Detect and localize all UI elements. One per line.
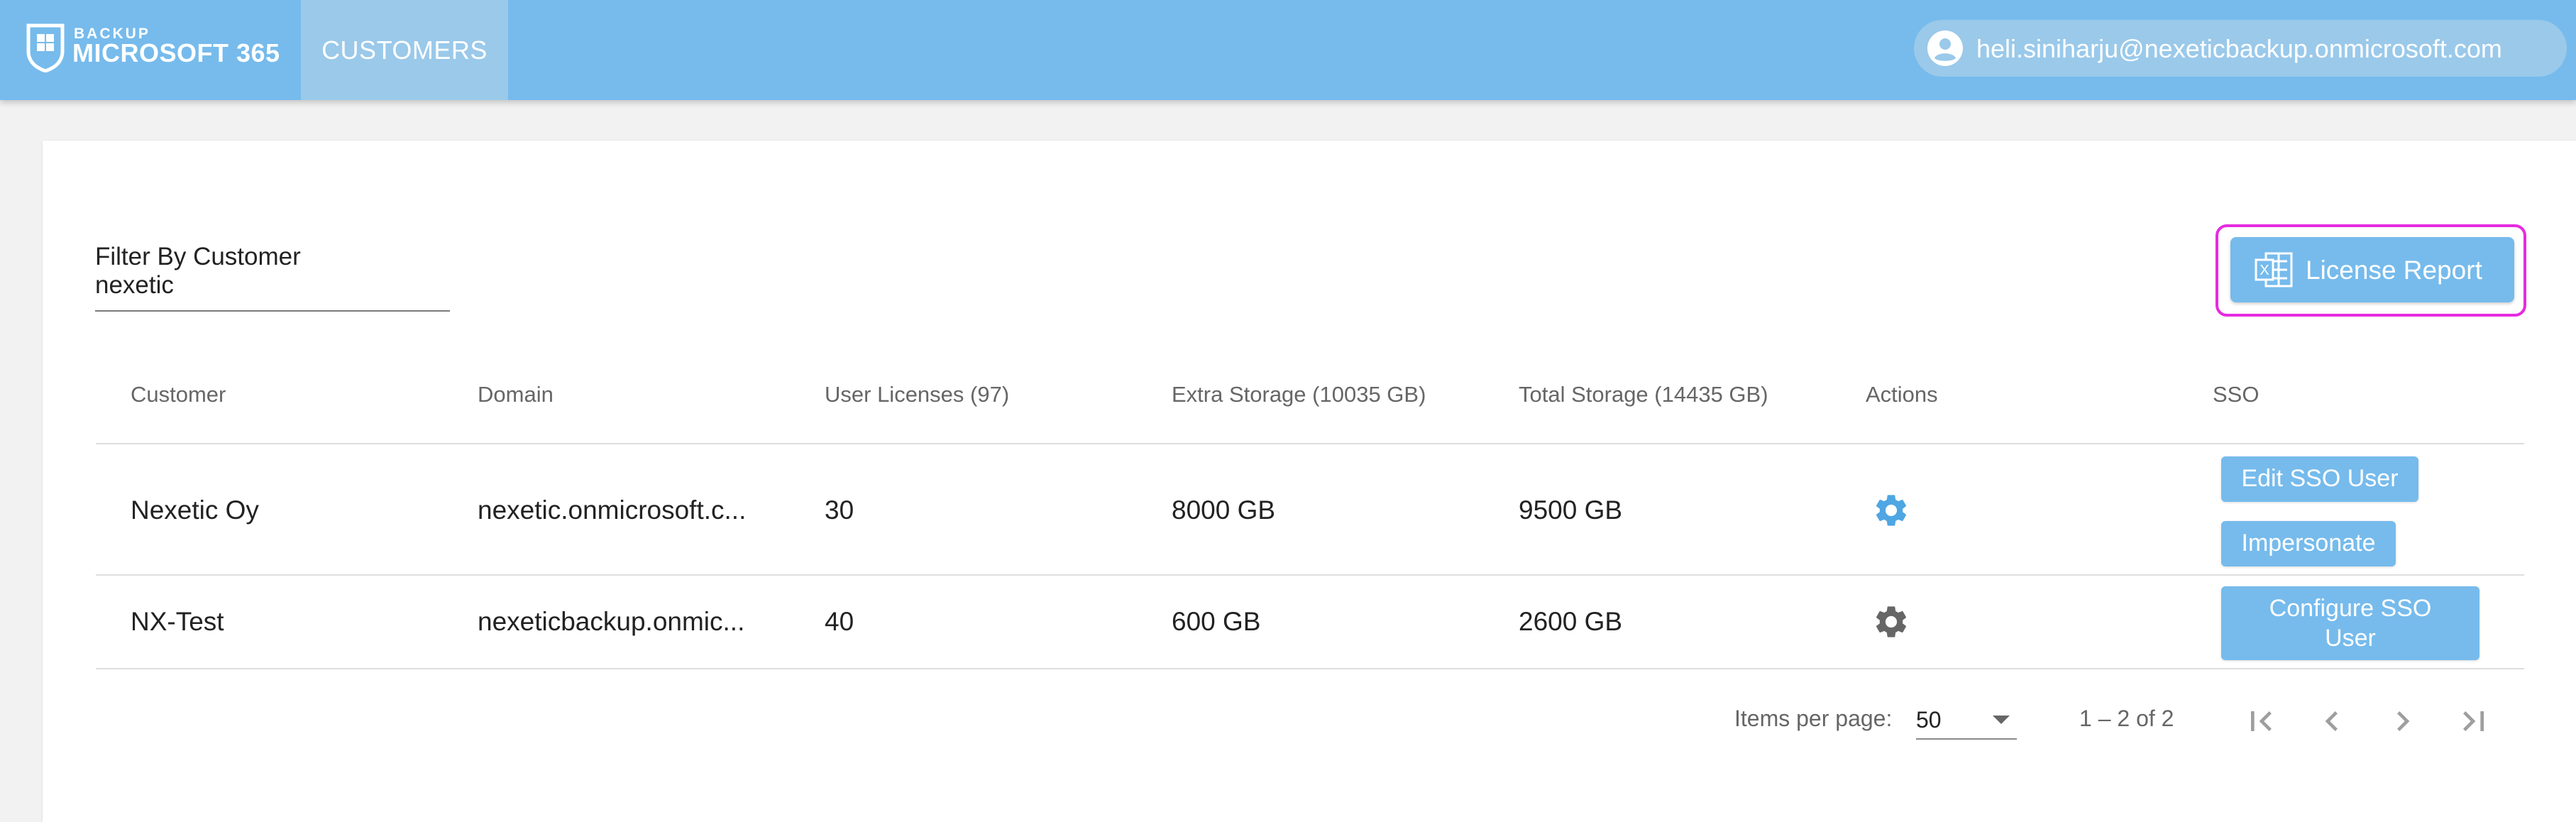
filter-customer-field[interactable]: Filter By Customer nexetic [95,243,450,314]
filter-underline [95,310,450,312]
gear-icon[interactable] [1872,603,1910,641]
configure-sso-user-button[interactable]: Configure SSO User [2221,586,2479,660]
license-report-label: License Report [2306,256,2482,285]
items-per-page-select[interactable]: 50 [1916,701,2017,740]
next-page-icon[interactable] [2383,701,2423,741]
impersonate-button[interactable]: Impersonate [2221,521,2396,566]
license-report-button[interactable]: X License Report [2230,237,2514,302]
col-header-total-storage[interactable]: Total Storage (14435 GB) [1519,382,1768,407]
cell-licenses: 30 [825,495,854,525]
col-header-sso: SSO [2213,382,2259,407]
account-circle-icon [1927,31,1963,66]
shield-logo-icon [26,23,65,72]
gear-icon[interactable] [1872,491,1910,530]
nav-tab-customers[interactable]: CUSTOMERS [301,0,508,100]
select-underline [1916,738,2017,740]
edit-sso-user-button[interactable]: Edit SSO User [2221,456,2418,502]
cell-customer: NX-Test [131,607,224,636]
table-bottom-divider [96,668,2524,669]
cell-total-storage: 9500 GB [1519,495,1623,525]
col-header-licenses[interactable]: User Licenses (97) [825,382,1009,407]
col-header-domain[interactable]: Domain [478,382,554,407]
configure-sso-label-line1: Configure SSO [2269,595,2432,622]
app-logo[interactable]: BACKUP MICROSOFT 365 [26,21,281,78]
user-email: heli.siniharju@nexeticbackup.onmicrosoft… [1976,34,2502,63]
cell-total-storage: 2600 GB [1519,607,1623,636]
dropdown-arrow-icon [1993,716,2010,724]
top-bar: BACKUP MICROSOFT 365 CUSTOMERS heli.sini… [0,0,2576,100]
cell-extra-storage: 8000 GB [1172,495,1276,525]
svg-text:X: X [2259,263,2269,278]
items-per-page-value: 50 [1916,707,1942,733]
user-menu[interactable]: heli.siniharju@nexeticbackup.onmicrosoft… [1914,20,2567,77]
cell-domain: nexeticbackup.onmic... [478,607,745,636]
configure-sso-label-line2: User [2325,625,2376,652]
cell-extra-storage: 600 GB [1172,607,1261,636]
col-header-extra-storage[interactable]: Extra Storage (10035 GB) [1172,382,1426,407]
cell-customer: Nexetic Oy [131,495,259,525]
filter-input[interactable]: nexetic [95,271,174,300]
cell-domain: nexetic.onmicrosoft.c... [478,495,747,525]
items-per-page-label: Items per page: [1734,706,1893,731]
last-page-icon[interactable] [2454,701,2494,741]
col-header-customer[interactable]: Customer [131,382,226,407]
row-divider [96,574,2524,576]
excel-icon: X [2255,252,2293,287]
cell-licenses: 40 [825,607,854,636]
first-page-icon[interactable] [2241,701,2281,741]
filter-label: Filter By Customer [95,243,301,270]
col-header-actions: Actions [1866,382,1938,407]
table-header-divider [96,443,2524,444]
previous-page-icon[interactable] [2312,701,2352,741]
logo-title: MICROSOFT 365 [72,38,280,67]
page-range: 1 – 2 of 2 [2079,706,2174,731]
